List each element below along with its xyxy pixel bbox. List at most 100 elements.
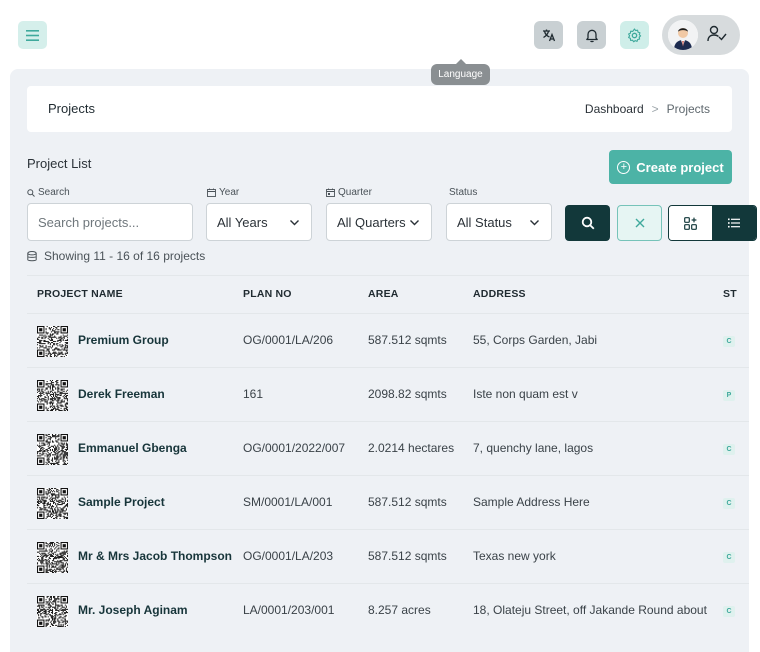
gear-icon xyxy=(628,27,642,42)
status-badge: C xyxy=(723,552,735,563)
create-project-button[interactable]: + Create project xyxy=(609,150,732,184)
page-title: Projects xyxy=(48,101,95,116)
address: Sample Address Here xyxy=(473,495,590,509)
plan-no: OG/0001/2022/007 xyxy=(243,441,346,455)
table-row[interactable]: Derek Freeman 161 2098.82 sqmts Iste non… xyxy=(27,367,749,421)
breadcrumb-separator: > xyxy=(651,102,659,116)
create-project-label: Create project xyxy=(636,159,724,175)
user-check-icon xyxy=(707,25,727,42)
status-label-group: Status xyxy=(449,187,477,198)
column-header-area[interactable]: AREA xyxy=(368,288,399,300)
project-name[interactable]: Premium Group xyxy=(78,333,169,347)
calendar-icon xyxy=(207,188,216,197)
quarter-select-value: All Quarters xyxy=(337,214,406,230)
qr-code-icon xyxy=(37,596,68,627)
results-count: Showing 11 - 16 of 16 projects xyxy=(27,249,205,263)
status-badge: P xyxy=(723,390,735,401)
search-icon xyxy=(27,188,35,197)
settings-button[interactable] xyxy=(620,21,649,49)
status-badge: C xyxy=(723,336,735,347)
project-name[interactable]: Emmanuel Gbenga xyxy=(78,441,187,455)
quarter-label-group: Quarter xyxy=(326,187,372,198)
breadcrumb: Projects Dashboard > Projects xyxy=(27,86,732,132)
table-header: PROJECT NAME PLAN NO AREA ADDRESS ST xyxy=(27,275,749,313)
address: Iste non quam est v xyxy=(473,387,578,401)
year-label-group: Year xyxy=(207,187,239,198)
status-select[interactable]: All Status xyxy=(446,203,552,241)
column-header-plan-no[interactable]: PLAN NO xyxy=(243,288,292,300)
project-name[interactable]: Derek Freeman xyxy=(78,387,165,401)
area: 587.512 sqmts xyxy=(368,549,447,563)
plan-no: OG/0001/LA/206 xyxy=(243,333,334,347)
address: Texas new york xyxy=(473,549,556,563)
view-toggle xyxy=(668,205,757,241)
close-icon xyxy=(635,218,644,228)
user-menu[interactable] xyxy=(662,15,740,55)
breadcrumb-dashboard-link[interactable]: Dashboard xyxy=(585,102,644,116)
plan-no: OG/0001/LA/203 xyxy=(243,549,334,563)
chevron-down-icon xyxy=(530,220,539,226)
search-label-group: Search xyxy=(27,187,70,198)
address: 7, quenchy lane, lagos xyxy=(473,441,594,455)
avatar xyxy=(668,20,698,50)
table-row[interactable]: Emmanuel Gbenga OG/0001/2022/007 2.0214 … xyxy=(27,421,749,475)
year-select[interactable]: All Years xyxy=(206,203,312,241)
address: 18, Olateju Street, off Jakande Round ab… xyxy=(473,603,707,617)
status-badge: C xyxy=(723,444,735,455)
calendar-range-icon xyxy=(326,188,335,197)
table-row[interactable]: Mr & Mrs Jacob Thompson OG/0001/LA/203 5… xyxy=(27,529,749,583)
qr-code-icon xyxy=(37,434,68,465)
column-header-status[interactable]: ST xyxy=(723,288,737,300)
search-icon xyxy=(581,216,594,230)
quarter-select[interactable]: All Quarters xyxy=(326,203,432,241)
language-button[interactable] xyxy=(534,21,563,49)
qr-code-icon xyxy=(37,326,68,357)
project-name[interactable]: Sample Project xyxy=(78,495,165,509)
results-count-text: Showing 11 - 16 of 16 projects xyxy=(44,249,206,263)
grid-view-button[interactable] xyxy=(669,206,713,240)
table-row[interactable]: Premium Group OG/0001/LA/206 587.512 sqm… xyxy=(27,313,749,367)
search-label: Search xyxy=(38,187,70,198)
column-header-project-name[interactable]: PROJECT NAME xyxy=(37,288,123,300)
quarter-label: Quarter xyxy=(338,187,372,198)
database-icon xyxy=(27,250,37,261)
main-content: Projects Dashboard > Projects Project Li… xyxy=(10,69,757,652)
area: 8.257 acres xyxy=(368,603,431,617)
projects-table: PROJECT NAME PLAN NO AREA ADDRESS ST Pre… xyxy=(27,275,749,652)
list-view-button[interactable] xyxy=(712,206,756,240)
search-input[interactable] xyxy=(38,214,192,230)
project-name[interactable]: Mr & Mrs Jacob Thompson xyxy=(78,549,232,563)
top-bar: Language xyxy=(0,0,760,85)
area: 587.512 sqmts xyxy=(368,333,447,347)
qr-code-icon xyxy=(37,488,68,519)
status-badge: C xyxy=(723,606,735,617)
breadcrumb-current: Projects xyxy=(666,102,710,116)
address: 55, Corps Garden, Jabi xyxy=(473,333,598,347)
year-label: Year xyxy=(219,187,240,198)
plan-no: 161 xyxy=(243,387,264,401)
plan-no: LA/0001/203/001 xyxy=(243,603,335,617)
area: 587.512 sqmts xyxy=(368,495,447,509)
breadcrumb-trail: Dashboard > Projects xyxy=(585,102,710,116)
area: 2.0214 hectares xyxy=(368,441,455,455)
area: 2098.82 sqmts xyxy=(368,387,447,401)
search-field[interactable] xyxy=(27,203,193,241)
search-button[interactable] xyxy=(565,205,610,241)
notifications-button[interactable] xyxy=(577,21,606,49)
chevron-down-icon xyxy=(290,220,299,226)
list-icon xyxy=(728,218,740,228)
bell-icon xyxy=(585,29,598,42)
language-tooltip: Language xyxy=(431,59,490,85)
qr-code-icon xyxy=(37,380,68,411)
table-row[interactable]: Sample Project SM/0001/LA/001 587.512 sq… xyxy=(27,475,749,529)
year-select-value: All Years xyxy=(217,214,268,230)
plan-no: SM/0001/LA/001 xyxy=(243,495,333,509)
project-name[interactable]: Mr. Joseph Aginam xyxy=(78,603,188,617)
table-row[interactable]: Mr. Joseph Aginam LA/0001/203/001 8.257 … xyxy=(27,583,749,637)
project-list-title: Project List xyxy=(27,156,92,171)
menu-button[interactable] xyxy=(18,21,47,49)
column-header-address[interactable]: ADDRESS xyxy=(473,288,526,300)
chevron-down-icon xyxy=(410,220,419,226)
menu-icon xyxy=(26,29,39,41)
clear-filters-button[interactable] xyxy=(617,205,662,241)
